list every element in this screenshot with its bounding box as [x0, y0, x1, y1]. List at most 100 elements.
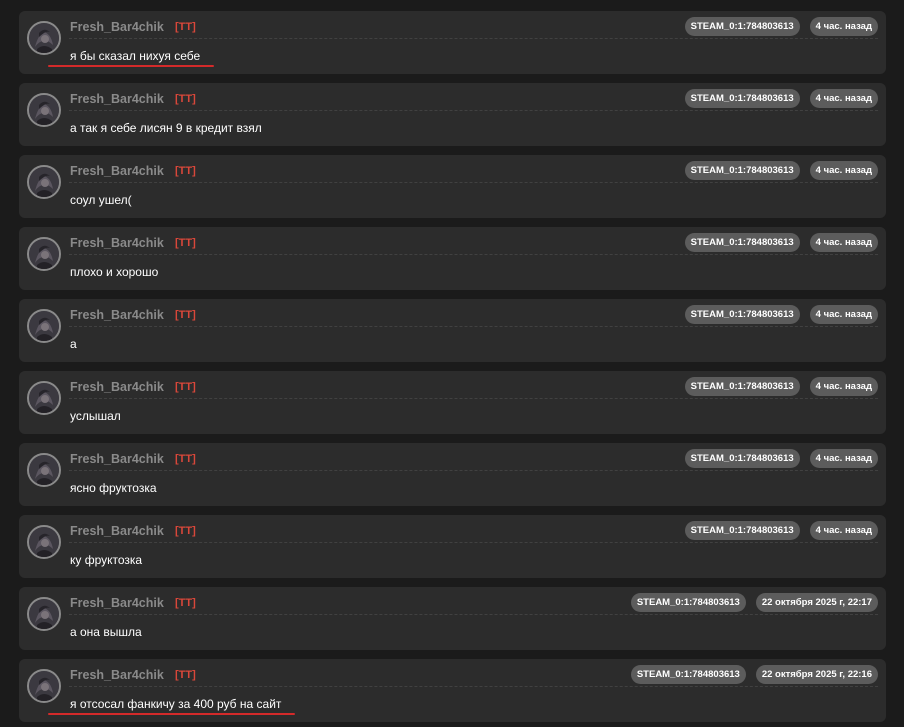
- badge-group: STEAM_0:1:784803613 4 час. назад: [684, 233, 878, 252]
- avatar[interactable]: [27, 669, 61, 703]
- author-name[interactable]: Fresh_Bar4chik: [70, 380, 164, 394]
- message-text: а: [70, 337, 77, 351]
- user-avatar-icon: [29, 311, 59, 341]
- author-name[interactable]: Fresh_Bar4chik: [70, 308, 164, 322]
- timestamp-badge: 4 час. назад: [809, 233, 878, 252]
- avatar[interactable]: [27, 21, 61, 55]
- steam-id-badge[interactable]: STEAM_0:1:784803613: [630, 665, 746, 684]
- author-tag: [TT]: [175, 669, 196, 681]
- message-text: ясно фруктозка: [70, 481, 157, 495]
- header-divider: [69, 686, 878, 687]
- message-card: Fresh_Bar4chik [TT] STEAM_0:1:784803613 …: [19, 227, 886, 290]
- timestamp-badge: 4 час. назад: [809, 377, 878, 396]
- timestamp-badge: 4 час. назад: [809, 17, 878, 36]
- avatar[interactable]: [27, 93, 61, 127]
- badge-group: STEAM_0:1:784803613 22 октября 2025 г, 2…: [630, 593, 878, 612]
- author-tag: [TT]: [175, 525, 196, 537]
- steam-id-badge[interactable]: STEAM_0:1:784803613: [684, 89, 800, 108]
- message-card: Fresh_Bar4chik [TT] STEAM_0:1:784803613 …: [19, 659, 886, 722]
- header-divider: [69, 614, 878, 615]
- message-text: плохо и хорошо: [70, 265, 159, 279]
- message-text: а она вышла: [70, 625, 142, 639]
- author-name[interactable]: Fresh_Bar4chik: [70, 236, 164, 250]
- highlight-underline: [48, 713, 295, 715]
- author-tag: [TT]: [175, 597, 196, 609]
- user-avatar-icon: [29, 383, 59, 413]
- steam-id-badge[interactable]: STEAM_0:1:784803613: [684, 17, 800, 36]
- user-avatar-icon: [29, 239, 59, 269]
- author-name[interactable]: Fresh_Bar4chik: [70, 524, 164, 538]
- badge-group: STEAM_0:1:784803613 4 час. назад: [684, 89, 878, 108]
- avatar[interactable]: [27, 597, 61, 631]
- user-avatar-icon: [29, 527, 59, 557]
- author-tag: [TT]: [175, 453, 196, 465]
- timestamp-badge: 22 октября 2025 г, 22:16: [755, 665, 878, 684]
- author-name[interactable]: Fresh_Bar4chik: [70, 92, 164, 106]
- message-card: Fresh_Bar4chik [TT] STEAM_0:1:784803613 …: [19, 371, 886, 434]
- header-divider: [69, 38, 878, 39]
- steam-id-badge[interactable]: STEAM_0:1:784803613: [684, 305, 800, 324]
- badge-group: STEAM_0:1:784803613 22 октября 2025 г, 2…: [630, 665, 878, 684]
- badge-group: STEAM_0:1:784803613 4 час. назад: [684, 377, 878, 396]
- highlight-underline: [48, 65, 214, 67]
- author-tag: [TT]: [175, 237, 196, 249]
- steam-id-badge[interactable]: STEAM_0:1:784803613: [684, 233, 800, 252]
- steam-id-badge[interactable]: STEAM_0:1:784803613: [630, 593, 746, 612]
- user-avatar-icon: [29, 23, 59, 53]
- user-avatar-icon: [29, 95, 59, 125]
- avatar[interactable]: [27, 309, 61, 343]
- steam-id-badge[interactable]: STEAM_0:1:784803613: [684, 449, 800, 468]
- message-card: Fresh_Bar4chik [TT] STEAM_0:1:784803613 …: [19, 443, 886, 506]
- steam-id-badge[interactable]: STEAM_0:1:784803613: [684, 377, 800, 396]
- author-name[interactable]: Fresh_Bar4chik: [70, 596, 164, 610]
- message-text: а так я себе лисян 9 в кредит взял: [70, 121, 262, 135]
- user-avatar-icon: [29, 167, 59, 197]
- message-card: Fresh_Bar4chik [TT] STEAM_0:1:784803613 …: [19, 515, 886, 578]
- author-tag: [TT]: [175, 309, 196, 321]
- avatar[interactable]: [27, 525, 61, 559]
- timestamp-badge: 4 час. назад: [809, 521, 878, 540]
- author-tag: [TT]: [175, 165, 196, 177]
- avatar[interactable]: [27, 453, 61, 487]
- header-divider: [69, 470, 878, 471]
- steam-id-badge[interactable]: STEAM_0:1:784803613: [684, 161, 800, 180]
- badge-group: STEAM_0:1:784803613 4 час. назад: [684, 305, 878, 324]
- avatar[interactable]: [27, 165, 61, 199]
- timestamp-badge: 22 октября 2025 г, 22:17: [755, 593, 878, 612]
- badge-group: STEAM_0:1:784803613 4 час. назад: [684, 521, 878, 540]
- header-divider: [69, 110, 878, 111]
- message-text: соул ушел(: [70, 193, 132, 207]
- badge-group: STEAM_0:1:784803613 4 час. назад: [684, 161, 878, 180]
- header-divider: [69, 398, 878, 399]
- steam-id-badge[interactable]: STEAM_0:1:784803613: [684, 521, 800, 540]
- badge-group: STEAM_0:1:784803613 4 час. назад: [684, 449, 878, 468]
- author-name[interactable]: Fresh_Bar4chik: [70, 668, 164, 682]
- message-text: я бы сказал нихуя себе: [70, 49, 201, 63]
- message-text: я отсосал фанкичу за 400 руб на сайт: [70, 697, 282, 711]
- message-feed: Fresh_Bar4chik [TT] STEAM_0:1:784803613 …: [0, 0, 904, 727]
- timestamp-badge: 4 час. назад: [809, 305, 878, 324]
- message-text: услышал: [70, 409, 121, 423]
- author-name[interactable]: Fresh_Bar4chik: [70, 20, 164, 34]
- timestamp-badge: 4 час. назад: [809, 449, 878, 468]
- author-tag: [TT]: [175, 21, 196, 33]
- user-avatar-icon: [29, 671, 59, 701]
- author-name[interactable]: Fresh_Bar4chik: [70, 452, 164, 466]
- avatar[interactable]: [27, 237, 61, 271]
- header-divider: [69, 182, 878, 183]
- author-tag: [TT]: [175, 381, 196, 393]
- message-card: Fresh_Bar4chik [TT] STEAM_0:1:784803613 …: [19, 155, 886, 218]
- author-name[interactable]: Fresh_Bar4chik: [70, 164, 164, 178]
- message-card: Fresh_Bar4chik [TT] STEAM_0:1:784803613 …: [19, 587, 886, 650]
- header-divider: [69, 542, 878, 543]
- message-card: Fresh_Bar4chik [TT] STEAM_0:1:784803613 …: [19, 299, 886, 362]
- message-card: Fresh_Bar4chik [TT] STEAM_0:1:784803613 …: [19, 11, 886, 74]
- author-tag: [TT]: [175, 93, 196, 105]
- badge-group: STEAM_0:1:784803613 4 час. назад: [684, 17, 878, 36]
- message-card: Fresh_Bar4chik [TT] STEAM_0:1:784803613 …: [19, 83, 886, 146]
- user-avatar-icon: [29, 455, 59, 485]
- message-text: ку фруктозка: [70, 553, 143, 567]
- timestamp-badge: 4 час. назад: [809, 89, 878, 108]
- user-avatar-icon: [29, 599, 59, 629]
- avatar[interactable]: [27, 381, 61, 415]
